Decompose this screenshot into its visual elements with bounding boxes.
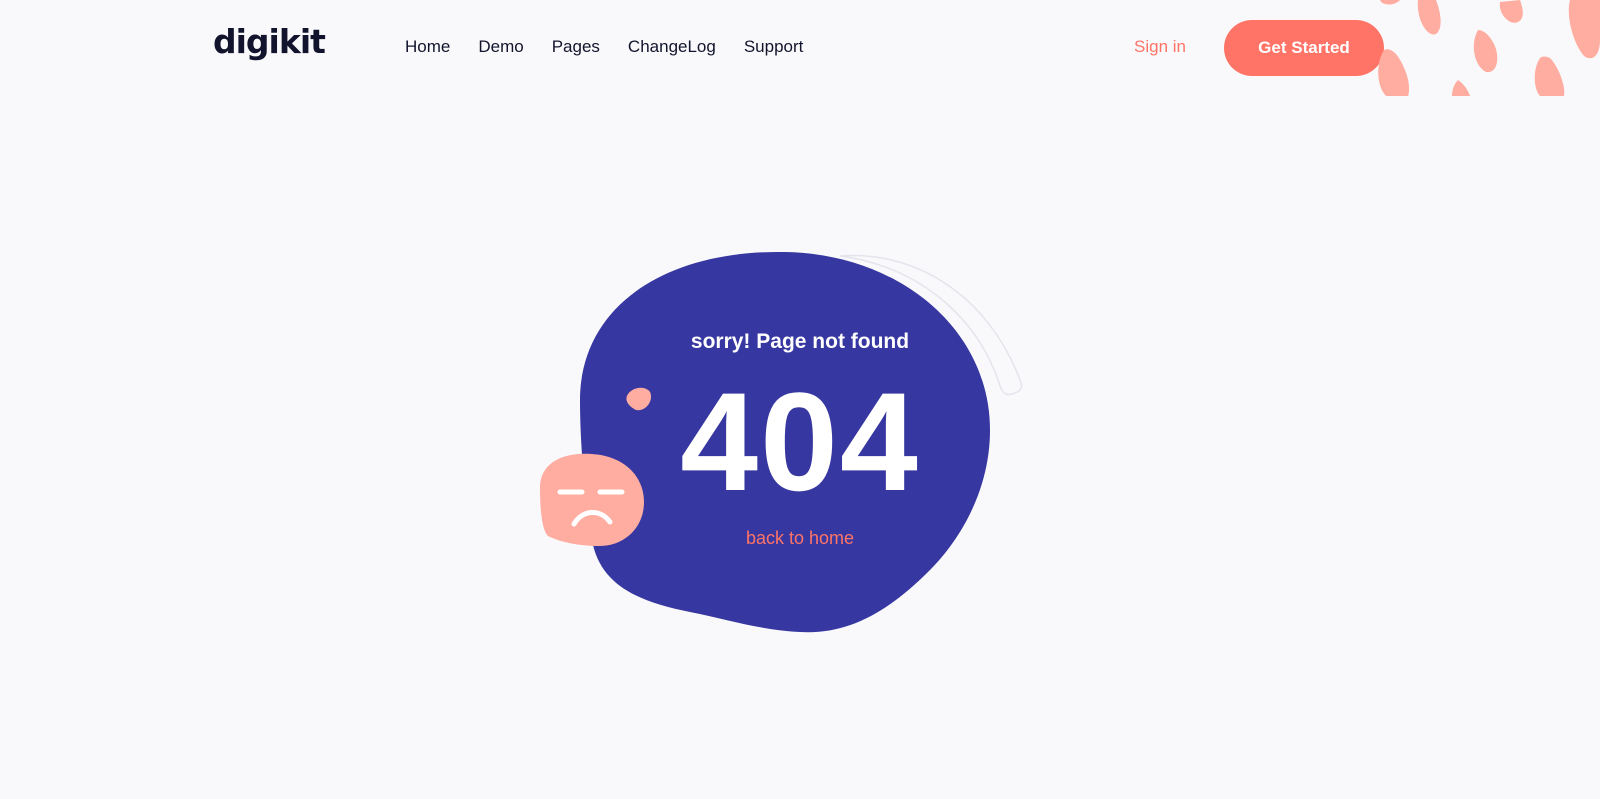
drop-decoration-icon xyxy=(1378,0,1600,96)
nav-item-pages[interactable]: Pages xyxy=(552,37,600,57)
main-nav: Home Demo Pages ChangeLog Support xyxy=(405,37,803,57)
nav-item-home[interactable]: Home xyxy=(405,37,450,57)
error-message: sorry! Page not found xyxy=(690,330,910,353)
logo[interactable]: digikit xyxy=(213,22,326,61)
page: digikit Home Demo Pages ChangeLog Suppor… xyxy=(0,0,1600,799)
nav-item-changelog[interactable]: ChangeLog xyxy=(628,37,716,57)
error-code: 404 xyxy=(680,363,920,520)
get-started-button[interactable]: Get Started xyxy=(1224,20,1384,76)
back-to-home-link[interactable]: back to home xyxy=(746,528,854,549)
sign-in-link[interactable]: Sign in xyxy=(1134,37,1186,57)
error-content: sorry! Page not found 404 back to home xyxy=(620,330,980,549)
nav-item-demo[interactable]: Demo xyxy=(478,37,523,57)
nav-item-support[interactable]: Support xyxy=(744,37,804,57)
